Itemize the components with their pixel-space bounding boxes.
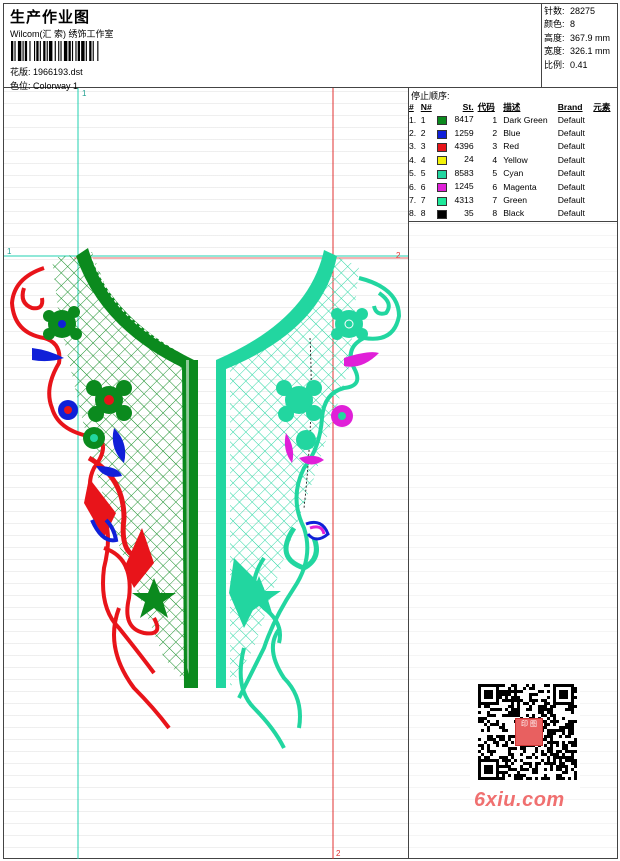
flower-right-4 <box>296 430 316 450</box>
stat-scale: 比例: 0.41 <box>544 59 588 70</box>
stop-row: 8. 8 35 8 Black Default <box>409 207 585 219</box>
design-canvas: 1 1 2 2 <box>4 88 409 859</box>
stop-row: 3. 3 4396 3 Red Default <box>409 140 585 152</box>
guide-label-horizontal-right: 2 <box>396 251 401 260</box>
production-worksheet: 生产作业图 Wilcom(汇 索) 绣饰工作室 花版: 1966193.dst … <box>0 0 620 861</box>
stop-row: 5. 5 8583 5 Cyan Default <box>409 167 585 179</box>
color-swatch <box>436 209 447 219</box>
color-swatch <box>436 156 447 166</box>
flower-right-1 <box>331 308 368 340</box>
stop-row: 6. 6 1245 6 Magenta Default <box>409 181 585 193</box>
stop-row: 7. 7 4313 7 Green Default <box>409 194 585 206</box>
stat-colors: 颜色: 8 <box>544 19 576 30</box>
stat-stitches: 针数: 28275 <box>544 6 596 16</box>
stop-sequence-panel: 停止顺序: # N# St. 代码 描述 Brand 元素 1. 1 8417 1 Da… <box>409 88 617 222</box>
color-swatch <box>436 169 447 179</box>
design-file: 1966193.dst <box>33 67 83 77</box>
stat-height: 高度: 367.9 mm <box>544 32 611 43</box>
guide-label-vertical-bottom: 2 <box>336 849 341 858</box>
guide-label-vertical-left: 1 <box>82 89 87 98</box>
color-swatch <box>436 116 447 126</box>
design-file-row: 花版: 1966193.dst <box>10 65 83 78</box>
header-panel: 生产作业图 Wilcom(汇 索) 绣饰工作室 花版: 1966193.dst … <box>4 4 542 91</box>
stop-row: 4. 4 24 4 Yellow Default <box>409 154 585 166</box>
stop-row: 2. 2 1259 2 Blue Default <box>409 127 585 139</box>
seal-stamp: 印 图 <box>515 718 543 746</box>
site-watermark: 6xiu.com <box>474 789 565 811</box>
design-label: 花版: <box>10 67 31 77</box>
color-swatch <box>436 183 447 193</box>
barcode <box>11 41 99 61</box>
color-swatch <box>436 142 447 152</box>
stop-sequence-table: # N# St. 代码 描述 Brand 元素 1. 1 8417 1 Dark Gre… <box>409 100 617 220</box>
color-swatch <box>436 129 447 139</box>
stat-width: 宽度: 326.1 mm <box>544 46 611 57</box>
page-title: 生产作业图 <box>10 9 91 26</box>
stats-panel: 针数: 28275 颜色: 8 高度: 367.9 mm 宽度: 326.1 mm 比例… <box>542 4 617 88</box>
guide-label-horizontal-left: 1 <box>7 247 12 256</box>
color-swatch <box>436 196 447 206</box>
flower-left-3 <box>58 400 78 420</box>
stop-table-header: # N# St. 代码 描述 Brand 元素 <box>409 101 611 112</box>
flower-left-4 <box>83 427 105 449</box>
flower-right-3 <box>331 405 353 427</box>
embroidery-preview: 1 1 2 2 <box>4 88 408 859</box>
studio-subtitle: Wilcom(汇 索) 绣饰工作室 <box>10 29 114 39</box>
stop-row: 1. 1 8417 1 Dark Green Default <box>409 114 585 126</box>
